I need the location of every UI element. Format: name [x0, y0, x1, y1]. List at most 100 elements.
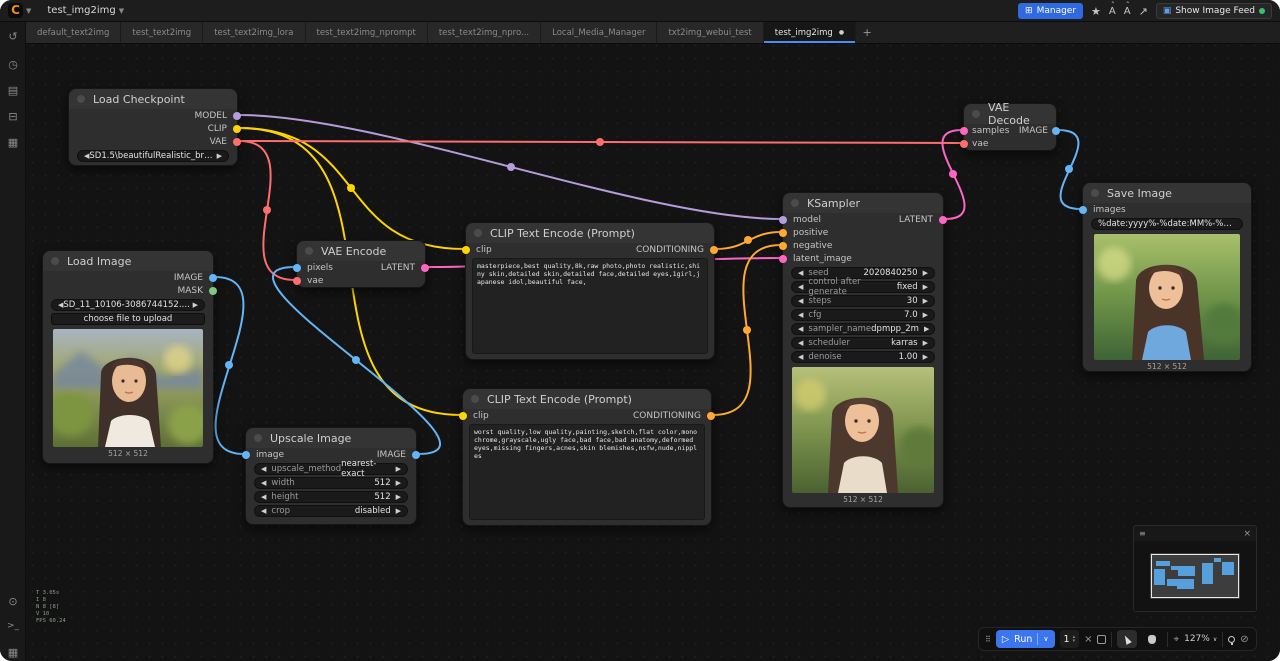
node-title-bar[interactable]: Upscale Image: [246, 428, 416, 448]
history-icon[interactable]: ↺: [0, 30, 26, 43]
cfg-widget[interactable]: ◀ cfg 7.0 ▶: [791, 309, 935, 321]
collapse-dot-icon[interactable]: [305, 247, 313, 255]
collapse-dot-icon[interactable]: [1091, 189, 1099, 197]
samples-input-slot[interactable]: [960, 126, 968, 135]
minimap-layers-icon[interactable]: ≡: [1139, 529, 1146, 538]
collapse-dot-icon[interactable]: [474, 229, 482, 237]
filename-prefix-widget[interactable]: %date:yyyy%-%date:MM%-%date:dd ...: [1091, 218, 1243, 230]
vae-input-slot[interactable]: [293, 276, 301, 285]
model-output-slot[interactable]: [233, 111, 241, 120]
node-library-icon[interactable]: ▤: [0, 84, 26, 97]
tab-test-text2img-lora[interactable]: test_text2img_lora: [203, 22, 306, 43]
negative-prompt-textarea[interactable]: worst quality,low quality,painting,sketc…: [469, 424, 705, 520]
denoise-widget[interactable]: ◀ denoise 1.00 ▶: [791, 351, 935, 363]
run-options-chevron-icon[interactable]: ∨: [1037, 633, 1049, 645]
tab-test-text2img-nprompt[interactable]: test_text2img_nprompt: [305, 22, 428, 43]
fit-view-icon[interactable]: ⌖: [1173, 634, 1179, 645]
workflow-name[interactable]: test_img2img: [47, 5, 115, 16]
node-vae-encode[interactable]: VAE Encode pixels LATENT vae: [293, 240, 429, 288]
batch-count-spinner[interactable]: ▴ ▾: [1073, 635, 1076, 644]
image-output-slot[interactable]: [209, 273, 217, 282]
collapse-dot-icon[interactable]: [254, 434, 262, 442]
ckpt-name-combo[interactable]: ◀ SD1.5\beautifulRealistic_brav5.s... ▶: [77, 150, 229, 162]
node-title-bar[interactable]: CLIP Text Encode (Prompt): [463, 389, 711, 409]
toggle-links-icon[interactable]: ⊘: [1240, 634, 1248, 645]
node-vae-decode[interactable]: VAE Decode samples IMAGE vae: [960, 101, 1060, 151]
node-title-bar[interactable]: VAE Decode: [964, 101, 1056, 127]
node-title-bar[interactable]: KSampler: [783, 193, 943, 213]
choose-file-button[interactable]: choose file to upload: [51, 313, 205, 325]
collapse-dot-icon[interactable]: [471, 395, 479, 403]
frame-icon[interactable]: [1097, 634, 1107, 644]
node-title-bar[interactable]: CLIP Text Encode (Prompt): [466, 223, 714, 243]
sampler-name-widget[interactable]: ◀ sampler_name dpmpp_2m ▶: [791, 323, 935, 335]
latent-output-slot[interactable]: [421, 263, 429, 272]
upscale-method-widget[interactable]: ◀ upscale_method nearest-exact ▶: [254, 459, 408, 479]
keybinds-icon[interactable]: ▦: [0, 646, 26, 659]
workflow-chevron-icon[interactable]: ▼: [119, 7, 124, 15]
node-upscale-image[interactable]: Upscale Image image IMAGE ◀ upscale_metho…: [242, 427, 420, 525]
share-icon[interactable]: ↗: [1139, 5, 1148, 18]
tab-default-text2img[interactable]: default_text2img: [26, 22, 122, 43]
node-clip-text-encode-positive[interactable]: CLIP Text Encode (Prompt) clip CONDITION…: [462, 222, 718, 360]
node-title-bar[interactable]: Save Image: [1083, 183, 1251, 203]
tab-test-img2img-active[interactable]: test_img2img: [763, 22, 857, 43]
images-input-slot[interactable]: [1079, 205, 1087, 214]
vae-input-slot[interactable]: [960, 139, 968, 148]
positive-prompt-textarea[interactable]: masterpiece,best quality,8k,raw photo,ph…: [472, 258, 708, 354]
node-load-checkpoint[interactable]: Load Checkpoint MODEL CLIP VAE ◀ SD1.5\b…: [68, 88, 241, 166]
tab-test-text2img[interactable]: test_text2img: [121, 22, 204, 43]
tab-local-media-manager[interactable]: Local_Media_Manager: [541, 22, 658, 43]
font-badge-icon[interactable]: A: [1124, 1, 1131, 17]
font-badge-icon[interactable]: A: [1109, 1, 1116, 17]
manager-button[interactable]: ⊞ Manager: [1018, 3, 1084, 19]
model-input-slot[interactable]: [779, 215, 787, 224]
tab-test-text2img-npro[interactable]: test_text2img_npro...: [427, 22, 542, 43]
zoom-level-dropdown[interactable]: 127% ∨: [1184, 634, 1217, 644]
queue-icon[interactable]: ◷: [0, 58, 26, 71]
image-file-combo[interactable]: ◀ SD_11_10106-3086744152.png ▶: [51, 299, 205, 311]
drag-handle-icon[interactable]: ⠿: [985, 635, 991, 644]
crop-widget[interactable]: ◀ crop disabled ▶: [254, 505, 408, 517]
gallery-icon[interactable]: ▦: [0, 136, 26, 149]
pixels-input-slot[interactable]: [293, 263, 301, 272]
negative-input-slot[interactable]: [779, 241, 787, 250]
help-icon[interactable]: ⊙: [0, 595, 26, 608]
clip-input-slot[interactable]: [459, 411, 467, 420]
latent-output-slot[interactable]: [939, 215, 947, 224]
run-button[interactable]: ▷ Run ∨: [995, 630, 1055, 648]
minimap-view[interactable]: [1134, 541, 1256, 611]
batch-count-input[interactable]: 1 ▴ ▾: [1059, 630, 1080, 648]
combo-right-arrow-icon[interactable]: ▶: [193, 301, 198, 309]
collapse-dot-icon[interactable]: [77, 95, 85, 103]
minimap-panel[interactable]: ≡ ×: [1133, 525, 1257, 612]
width-widget[interactable]: ◀ width 512 ▶: [254, 477, 408, 489]
minimap-close-icon[interactable]: ×: [1243, 529, 1251, 539]
positive-input-slot[interactable]: [779, 228, 787, 237]
select-tool-button[interactable]: [1117, 630, 1138, 648]
collapse-dot-icon[interactable]: [972, 110, 980, 118]
node-load-image[interactable]: Load Image IMAGE MASK ◀ SD_11_10106-3086…: [42, 250, 217, 464]
node-clip-text-encode-negative[interactable]: CLIP Text Encode (Prompt) clip CONDITION…: [459, 388, 715, 526]
control-after-generate-widget[interactable]: ◀ control after generate fixed ▶: [791, 277, 935, 297]
node-ksampler[interactable]: KSampler model LATENT positive negative …: [779, 192, 947, 508]
lightbulb-icon[interactable]: [1228, 635, 1236, 645]
clip-input-slot[interactable]: [462, 245, 470, 254]
collapse-dot-icon[interactable]: [51, 257, 59, 265]
vae-output-slot[interactable]: [233, 137, 241, 146]
node-save-image[interactable]: Save Image images %date:yyyy%-%date:MM%-…: [1079, 182, 1252, 372]
node-title-bar[interactable]: Load Image: [43, 251, 213, 271]
clip-output-slot[interactable]: [233, 124, 241, 133]
latent-image-input-slot[interactable]: [779, 254, 787, 263]
new-tab-button[interactable]: +: [856, 22, 878, 43]
combo-right-arrow-icon[interactable]: ▶: [217, 152, 222, 160]
pan-tool-button[interactable]: [1142, 630, 1162, 648]
scheduler-widget[interactable]: ◀ scheduler karras ▶: [791, 337, 935, 349]
mask-output-slot[interactable]: [209, 286, 217, 295]
conditioning-output-slot[interactable]: [710, 245, 718, 254]
cancel-icon[interactable]: ×: [1084, 634, 1092, 645]
height-widget[interactable]: ◀ height 512 ▶: [254, 491, 408, 503]
image-output-slot[interactable]: [1052, 126, 1060, 135]
tab-txt2img-webui-test[interactable]: txt2img_webui_test: [657, 22, 764, 43]
terminal-icon[interactable]: >_: [0, 621, 26, 631]
